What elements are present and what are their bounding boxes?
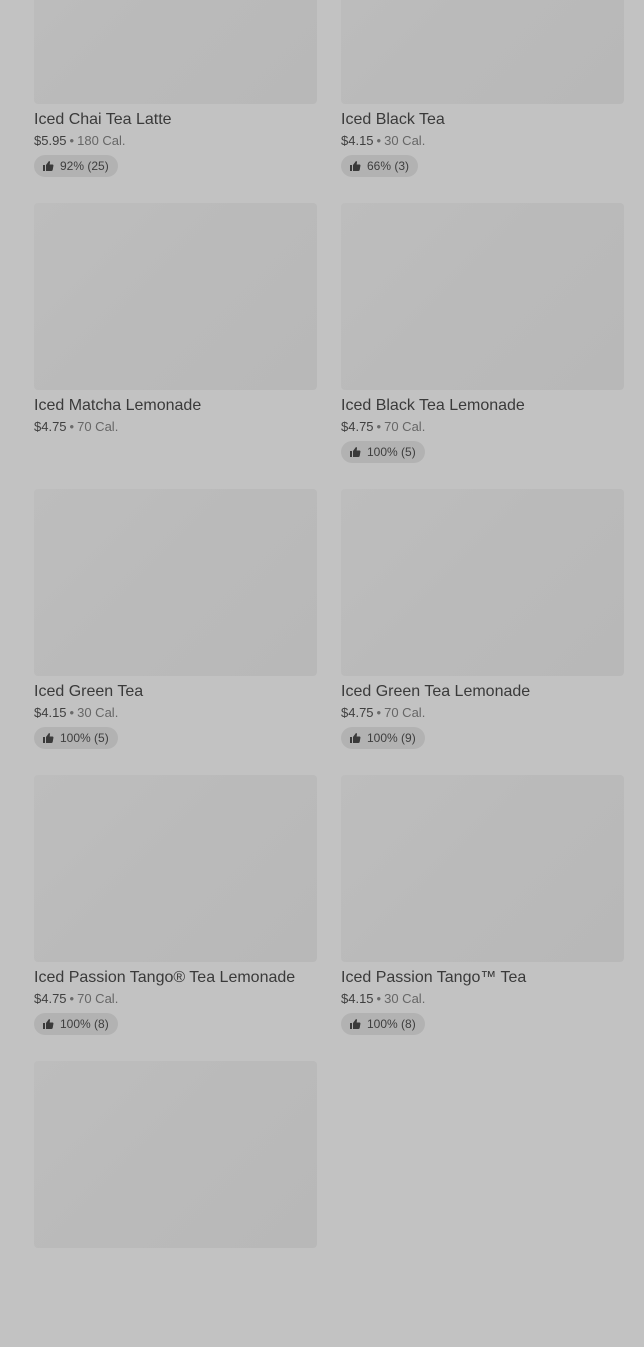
product-meta: $4.15 • 30 Cal. xyxy=(341,133,624,149)
rating-text: 100% (9) xyxy=(367,731,416,745)
product-calories: 30 Cal. xyxy=(384,133,426,148)
product-meta: $4.75 • 70 Cal. xyxy=(34,991,317,1007)
product-calories: 70 Cal. xyxy=(77,419,119,434)
meta-separator: • xyxy=(376,991,382,1006)
product-price: $4.75 xyxy=(341,705,374,720)
product-meta: $4.15 • 30 Cal. xyxy=(341,991,624,1007)
product-card[interactable]: Iced Chai Tea Latte $5.95 • 180 Cal. 92% (… xyxy=(34,0,317,203)
product-image[interactable] xyxy=(341,775,624,962)
rating-badge: 92% (25) xyxy=(34,155,118,177)
product-image[interactable] xyxy=(341,489,624,676)
product-image[interactable] xyxy=(34,203,317,390)
product-card[interactable]: Iced Black Tea $4.15 • 30 Cal. 66% (3) xyxy=(341,0,624,203)
product-name[interactable]: Iced Green Tea Lemonade xyxy=(341,682,624,702)
product-meta: $4.75 • 70 Cal. xyxy=(34,419,317,435)
thumbs-up-icon xyxy=(42,732,54,744)
rating-badge: 100% (5) xyxy=(34,727,118,749)
product-image[interactable] xyxy=(341,203,624,390)
product-calories: 180 Cal. xyxy=(77,133,126,148)
product-price: $4.75 xyxy=(34,991,67,1006)
product-price: $4.15 xyxy=(34,705,67,720)
thumbs-up-icon xyxy=(349,732,361,744)
product-price: $4.15 xyxy=(341,133,374,148)
rating-badge: 100% (9) xyxy=(341,727,425,749)
product-image[interactable] xyxy=(34,0,317,104)
product-name[interactable]: Iced Matcha Lemonade xyxy=(34,396,317,416)
product-meta: $4.75 • 70 Cal. xyxy=(341,419,624,435)
meta-separator: • xyxy=(376,705,382,720)
product-card[interactable]: Iced Green Tea Lemonade $4.75 • 70 Cal. 10… xyxy=(341,489,624,775)
rating-text: 100% (8) xyxy=(367,1017,416,1031)
rating-text: 92% (25) xyxy=(60,159,109,173)
product-card[interactable]: Iced Black Tea Lemonade $4.75 • 70 Cal. 10… xyxy=(341,203,624,489)
product-card[interactable]: Iced Passion Tango™ Tea $4.15 • 30 Cal. 10… xyxy=(341,775,624,1061)
product-image[interactable] xyxy=(34,489,317,676)
rating-badge: 100% (8) xyxy=(341,1013,425,1035)
product-calories: 30 Cal. xyxy=(77,705,119,720)
rating-text: 100% (5) xyxy=(367,445,416,459)
thumbs-up-icon xyxy=(349,160,361,172)
meta-separator: • xyxy=(69,991,75,1006)
rating-text: 100% (8) xyxy=(60,1017,109,1031)
thumbs-up-icon xyxy=(349,1018,361,1030)
rating-badge: 100% (5) xyxy=(341,441,425,463)
meta-separator: • xyxy=(376,419,382,434)
product-price: $4.75 xyxy=(341,419,374,434)
product-name[interactable]: Iced Passion Tango™ Tea xyxy=(341,968,624,988)
thumbs-up-icon xyxy=(349,446,361,458)
product-calories: 70 Cal. xyxy=(384,705,426,720)
product-name[interactable]: Iced Black Tea Lemonade xyxy=(341,396,624,416)
thumbs-up-icon xyxy=(42,1018,54,1030)
meta-separator: • xyxy=(69,705,75,720)
product-meta: $5.95 • 180 Cal. xyxy=(34,133,317,149)
product-calories: 70 Cal. xyxy=(384,419,426,434)
product-image[interactable] xyxy=(341,0,624,104)
rating-badge: 100% (8) xyxy=(34,1013,118,1035)
product-name[interactable]: Iced Passion Tango® Tea Lemonade xyxy=(34,968,317,988)
product-image[interactable] xyxy=(34,1061,317,1248)
rating-text: 66% (3) xyxy=(367,159,410,173)
product-card[interactable]: Iced Matcha Lemonade $4.75 • 70 Cal. xyxy=(34,203,317,489)
product-price: $4.75 xyxy=(34,419,67,434)
product-grid: Iced Chai Tea Latte $5.95 • 180 Cal. 92% (… xyxy=(34,0,624,1347)
product-name[interactable]: Iced Green Tea xyxy=(34,682,317,702)
product-image[interactable] xyxy=(34,775,317,962)
product-name[interactable]: Iced Chai Tea Latte xyxy=(34,110,317,130)
product-meta: $4.15 • 30 Cal. xyxy=(34,705,317,721)
meta-separator: • xyxy=(69,133,75,148)
product-meta: $4.75 • 70 Cal. xyxy=(341,705,624,721)
product-card[interactable] xyxy=(34,1061,317,1347)
product-price: $4.15 xyxy=(341,991,374,1006)
thumbs-up-icon xyxy=(42,160,54,172)
product-card[interactable]: Iced Green Tea $4.15 • 30 Cal. 100% (5) xyxy=(34,489,317,775)
product-price: $5.95 xyxy=(34,133,67,148)
rating-text: 100% (5) xyxy=(60,731,109,745)
meta-separator: • xyxy=(376,133,382,148)
meta-separator: • xyxy=(69,419,75,434)
product-name[interactable]: Iced Black Tea xyxy=(341,110,624,130)
product-calories: 70 Cal. xyxy=(77,991,119,1006)
rating-badge: 66% (3) xyxy=(341,155,419,177)
product-calories: 30 Cal. xyxy=(384,991,426,1006)
product-card[interactable]: Iced Passion Tango® Tea Lemonade $4.75 • 7… xyxy=(34,775,317,1061)
